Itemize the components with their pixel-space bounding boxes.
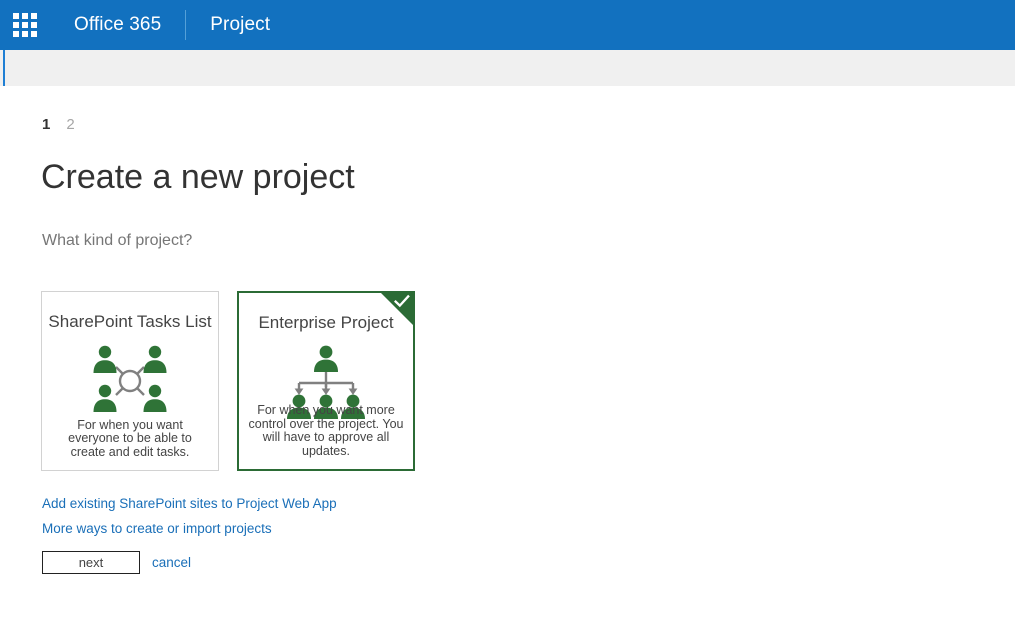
cancel-link[interactable]: cancel: [152, 555, 191, 570]
link-more-ways-to-create[interactable]: More ways to create or import projects: [42, 520, 272, 537]
page-content: 12 Create a new project What kind of pro…: [0, 86, 1015, 624]
card-title: Enterprise Project: [239, 313, 413, 333]
waffle-grid-icon: [13, 13, 37, 37]
suite-bar: Office 365 Project: [0, 0, 1015, 50]
wizard-step-2[interactable]: 2: [66, 116, 74, 134]
app-launcher-button[interactable]: [0, 0, 50, 50]
card-description: For when you want more control over the …: [247, 404, 405, 458]
card-enterprise-project[interactable]: Enterprise Project: [237, 291, 415, 471]
office365-brand-link[interactable]: Office 365: [50, 0, 185, 50]
page-title: Create a new project: [41, 157, 355, 197]
sub-header-band: [0, 50, 1015, 86]
card-title: SharePoint Tasks List: [42, 312, 218, 332]
app-name-link[interactable]: Project: [186, 0, 294, 50]
card-sharepoint-tasks-list[interactable]: SharePoint Tasks List: [41, 291, 219, 471]
next-button[interactable]: next: [42, 551, 140, 574]
action-row: next cancel: [42, 551, 191, 574]
page-subtitle: What kind of project?: [42, 231, 192, 251]
wizard-step-indicator: 12: [42, 116, 91, 134]
people-network-icon: [42, 342, 218, 420]
card-description: For when you want everyone to be able to…: [50, 419, 210, 460]
link-add-existing-sharepoint-sites[interactable]: Add existing SharePoint sites to Project…: [42, 495, 337, 512]
wizard-step-1[interactable]: 1: [42, 116, 50, 134]
